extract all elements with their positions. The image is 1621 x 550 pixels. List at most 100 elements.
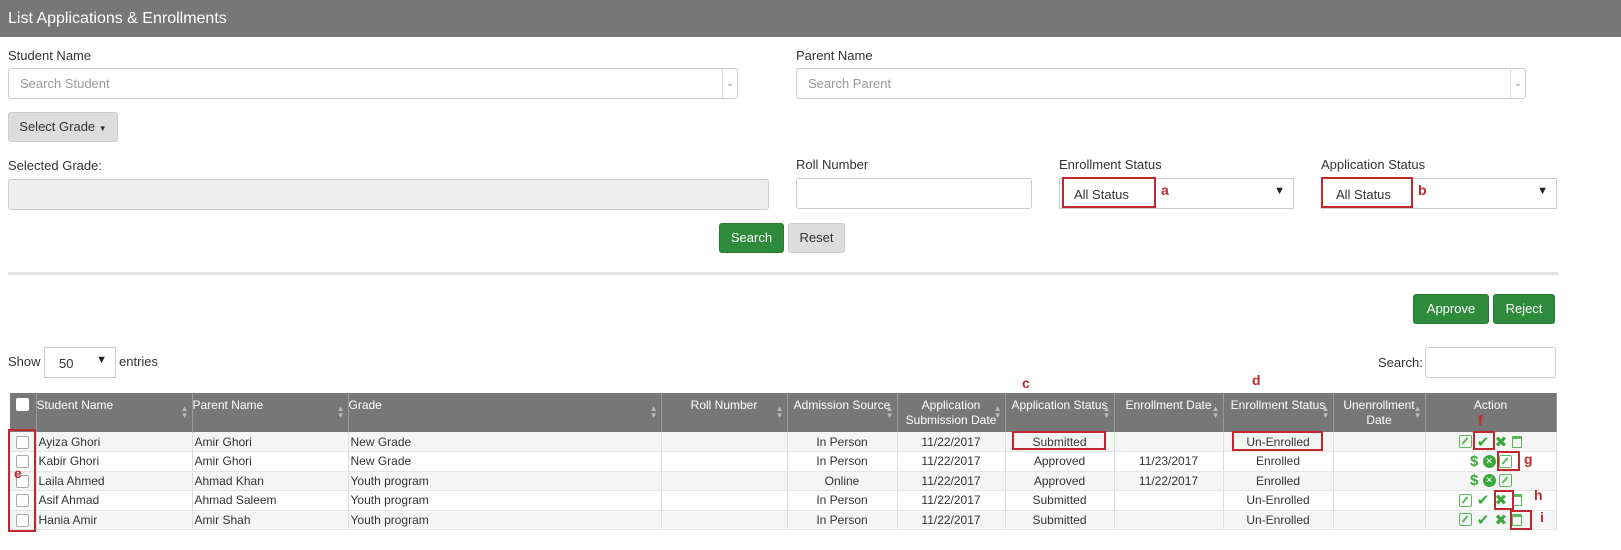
col-label: Student Name [36,398,114,412]
sort-icon: ▲ ▼ [1321,404,1330,420]
col-label: Grade [348,398,382,412]
chevron-down-icon[interactable]: ⌄ [1510,69,1525,98]
cell-student-name: Laila Ahmed [36,471,193,491]
sort-icon: ▲ ▼ [1102,404,1111,420]
col-label: Roll Number [690,398,758,412]
entries-select[interactable]: 50 ▼ [44,347,116,378]
cell-actions: ✔ ✖ [1425,510,1557,530]
annotation-box-b [1321,177,1413,208]
roll-number-label: Roll Number [796,157,869,172]
annotation-label-f: f [1478,412,1483,428]
cell-admission-source: In Person [787,432,898,452]
cell-enrollment-status: Un-Enrolled [1223,490,1334,511]
cell-parent-name: Ahmad Saleem [192,490,349,511]
col-parent-name[interactable]: Parent Name ▲ ▼ [192,393,349,432]
col-label: Application Submission Date [905,398,997,427]
col-action: Action [1425,393,1557,432]
dollar-icon[interactable]: $ [1470,472,1478,489]
entries-value: 50 [59,356,74,371]
cell-admission-source: In Person [787,451,898,472]
edit-icon[interactable] [1459,493,1473,507]
cell-student-name: Ayiza Ghori [36,432,193,452]
cell-admission-source: In Person [787,490,898,511]
circle-x-icon[interactable]: ✕ [1482,474,1496,488]
annotation-box-d [1232,431,1323,451]
edit-icon[interactable] [1499,474,1513,488]
cell-grade: Youth program [348,471,662,491]
table-search-input[interactable] [1425,347,1556,378]
reset-button[interactable]: Reset [788,223,845,253]
annotation-box-g [1497,451,1520,471]
entries-label: entries [119,354,159,369]
annotation-box-c [1012,431,1106,450]
col-grade[interactable]: Grade ▲ ▼ [348,393,662,432]
chevron-down-icon[interactable]: ⌄ [722,69,737,98]
cell-parent-name: Amir Shah [192,510,349,530]
select-all-header[interactable] [10,393,37,432]
x-icon[interactable]: ✖ [1495,511,1508,529]
approve-button[interactable]: Approve [1413,294,1489,324]
caret-down-icon: ▼ [1537,185,1548,197]
annotation-label-d: d [1252,372,1261,388]
annotation-box-e [8,429,36,532]
annotation-label-c: c [1022,375,1030,391]
select-grade-button[interactable]: Select Grade ▼ [8,112,118,142]
edit-icon[interactable] [1459,513,1473,527]
col-roll-number[interactable]: Roll Number ▲ ▼ [661,393,788,432]
col-label: Parent Name [192,398,264,412]
cell-enrollment-date: 11/23/2017 [1114,451,1224,472]
student-search-placeholder: Search Student [20,76,110,91]
cell-enrollment-status: Enrolled [1223,471,1334,491]
cell-roll-number [661,490,788,511]
caret-down-icon: ▼ [98,124,107,133]
col-student-name[interactable]: Student Name ▲ ▼ [36,393,193,432]
show-label: Show [8,354,41,369]
cell-grade: Youth program [348,510,662,530]
col-unenrollment-date[interactable]: Unenrollment Date ▲ ▼ [1333,393,1426,432]
search-button[interactable]: Search [719,223,784,253]
caret-down-icon: ▼ [1274,185,1285,197]
col-application-status[interactable]: Application Status ▲ ▼ [1005,393,1115,432]
parent-name-label: Parent Name [796,48,873,63]
application-status-label: Application Status [1321,157,1426,172]
x-icon[interactable]: ✖ [1495,433,1508,451]
reject-button[interactable]: Reject [1493,294,1555,324]
cell-enrollment-status: Enrolled [1223,451,1334,472]
col-admission-source[interactable]: Admission Source ▲ ▼ [787,393,898,432]
cell-submission-date: 11/22/2017 [897,490,1006,511]
annotation-box-i [1510,510,1532,530]
col-label: Unenrollment Date [1343,398,1415,427]
cell-roll-number [661,510,788,530]
cell-enrollment-date [1114,510,1224,530]
sort-icon: ▲ ▼ [885,404,894,420]
edit-icon[interactable] [1459,435,1473,448]
dollar-icon[interactable]: $ [1470,453,1478,470]
cell-student-name: Asif Ahmad [36,490,193,511]
select-all-checkbox[interactable] [16,398,30,411]
student-search-input[interactable]: Search Student ⌄ [8,68,738,99]
annotation-label-e: e [14,465,22,481]
col-enrollment-status[interactable]: Enrollment Status ▲ ▼ [1223,393,1334,432]
cell-grade: New Grade [348,432,662,452]
sort-icon: ▲ ▼ [993,404,1002,420]
cell-admission-source: Online [787,471,898,491]
parent-search-placeholder: Search Parent [808,76,892,91]
trash-icon[interactable] [1511,435,1522,448]
cell-submission-date: 11/22/2017 [897,432,1006,452]
cell-submission-date: 11/22/2017 [897,471,1006,491]
check-icon[interactable]: ✔ [1477,511,1490,529]
annotation-label-i: i [1540,509,1544,525]
roll-number-input[interactable] [796,178,1032,209]
cell-actions: $ ✕ [1425,451,1557,472]
parent-search-input[interactable]: Search Parent ⌄ [796,68,1526,99]
col-enrollment-date[interactable]: Enrollment Date ▲ ▼ [1114,393,1224,432]
cell-parent-name: Ahmad Khan [192,471,349,491]
cell-unenrollment-date [1333,432,1426,452]
col-submission-date[interactable]: Application Submission Date ▲ ▼ [897,393,1006,432]
caret-down-icon: ▼ [96,354,107,366]
sort-icon: ▲ ▼ [180,404,189,420]
check-icon[interactable]: ✔ [1477,491,1490,509]
circle-x-icon[interactable]: ✕ [1482,454,1496,468]
cell-student-name: Hania Amir [36,510,193,530]
cell-roll-number [661,471,788,491]
